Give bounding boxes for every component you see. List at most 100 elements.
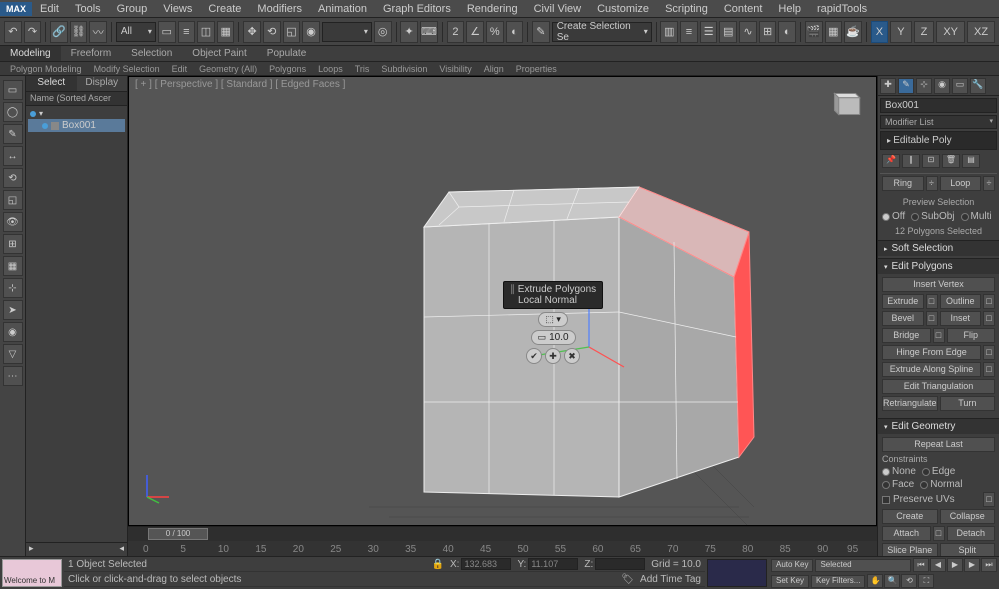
scale-button[interactable]: ◱ bbox=[283, 21, 301, 43]
visibility-dot-icon[interactable] bbox=[42, 123, 48, 129]
ribbon-panel-properties[interactable]: Properties bbox=[510, 63, 563, 75]
extrude-button[interactable]: Extrude bbox=[882, 294, 924, 309]
next-frame-button[interactable]: ▶ bbox=[964, 558, 980, 572]
cp-display-tab[interactable]: ▭ bbox=[952, 78, 968, 94]
key-mode-dropdown[interactable]: Selected bbox=[815, 559, 911, 572]
rotate-button[interactable]: ⟲ bbox=[263, 21, 281, 43]
lt-lasso[interactable]: ◯ bbox=[3, 102, 23, 122]
align-button[interactable]: ≡ bbox=[680, 21, 698, 43]
lt-place[interactable]: ◉ bbox=[3, 322, 23, 342]
move-button[interactable]: ✥ bbox=[243, 21, 261, 43]
menu-edit[interactable]: Edit bbox=[32, 1, 67, 17]
axis-y-button[interactable]: Y bbox=[890, 21, 911, 43]
bevel-settings-button[interactable]: □ bbox=[926, 311, 938, 326]
play-button[interactable]: ▶ bbox=[947, 558, 963, 572]
scene-collapse-icon[interactable]: ◂ bbox=[119, 543, 124, 556]
spinner-snap-button[interactable]: ◐ bbox=[506, 21, 524, 43]
lt-misc[interactable]: ⋯ bbox=[3, 366, 23, 386]
pin-stack-button[interactable]: 📌 bbox=[882, 154, 900, 168]
scene-node-root[interactable]: ▾ bbox=[28, 108, 125, 119]
modifier-stack[interactable]: Editable Poly bbox=[880, 131, 997, 150]
insert-vertex-button[interactable]: Insert Vertex bbox=[882, 277, 995, 292]
constraint-face-radio[interactable]: Face bbox=[882, 479, 914, 490]
caddy-type-button[interactable]: ⬚ ▾ bbox=[538, 312, 568, 327]
visibility-dot-icon[interactable] bbox=[30, 111, 36, 117]
stack-editable-poly[interactable]: Editable Poly bbox=[883, 134, 994, 147]
scene-header[interactable]: Name (Sorted Ascer bbox=[26, 92, 127, 106]
time-slider-knob[interactable]: 0 / 100 bbox=[148, 528, 208, 540]
constraint-none-radio[interactable]: None bbox=[882, 466, 916, 477]
animation-thumbnail[interactable] bbox=[707, 559, 767, 587]
attach-list-button[interactable]: □ bbox=[933, 526, 945, 541]
menu-graph-editors[interactable]: Graph Editors bbox=[375, 1, 459, 17]
attach-button[interactable]: Attach bbox=[882, 526, 931, 541]
add-time-tag-button[interactable]: Add Time Tag bbox=[640, 574, 701, 585]
lt-snap[interactable]: ⊞ bbox=[3, 234, 23, 254]
extrude-spline-button[interactable]: Extrude Along Spline bbox=[882, 362, 981, 377]
outline-settings-button[interactable]: □ bbox=[983, 294, 995, 309]
preview-subobj-radio[interactable]: SubObj bbox=[911, 211, 954, 222]
coord-z-input[interactable] bbox=[595, 558, 645, 570]
menu-scripting[interactable]: Scripting bbox=[657, 1, 716, 17]
use-center-button[interactable]: ◎ bbox=[374, 21, 392, 43]
axis-z-button[interactable]: Z bbox=[914, 21, 935, 43]
hinge-button[interactable]: Hinge From Edge bbox=[882, 345, 981, 360]
bind-spacewarp-button[interactable]: 〰 bbox=[89, 21, 107, 43]
scene-expand-icon[interactable]: ▸ bbox=[29, 543, 34, 556]
axis-xz-button[interactable]: XZ bbox=[967, 21, 995, 43]
configure-button[interactable]: ▤ bbox=[962, 154, 980, 168]
ribbon-populate[interactable]: Populate bbox=[257, 46, 316, 61]
ribbon-panel-modify-sel[interactable]: Modify Selection bbox=[88, 63, 166, 75]
extrude-spline-settings-button[interactable]: □ bbox=[983, 362, 995, 377]
edit-named-sel-button[interactable]: ✎ bbox=[532, 21, 550, 43]
lt-rotate[interactable]: ⟲ bbox=[3, 168, 23, 188]
lt-paint[interactable]: ✎ bbox=[3, 124, 23, 144]
lt-arrow[interactable]: ➤ bbox=[3, 300, 23, 320]
ribbon-panel-visibility[interactable]: Visibility bbox=[433, 63, 477, 75]
nav-max-button[interactable]: ⛶ bbox=[918, 574, 934, 588]
lt-move[interactable]: ↔ bbox=[3, 146, 23, 166]
caddy-ok-button[interactable]: ✔ bbox=[526, 348, 542, 364]
maxscript-listener[interactable]: Welcome to M bbox=[2, 559, 62, 587]
loop-spinner[interactable]: ÷ bbox=[983, 176, 995, 191]
placement-button[interactable]: ◉ bbox=[302, 21, 320, 43]
outline-button[interactable]: Outline bbox=[940, 294, 982, 309]
render-frame-button[interactable]: ▦ bbox=[825, 21, 843, 43]
lt-axis[interactable]: ⊹ bbox=[3, 278, 23, 298]
coord-x-input[interactable] bbox=[461, 558, 511, 570]
bevel-button[interactable]: Bevel bbox=[882, 311, 924, 326]
time-slider[interactable]: 0 / 100 bbox=[128, 527, 877, 541]
preserve-uvs-checkbox[interactable]: Preserve UVs□ bbox=[882, 492, 995, 507]
ref-coord-dropdown[interactable] bbox=[322, 22, 372, 42]
scene-node-box001[interactable]: Box001 bbox=[28, 119, 125, 132]
retriangulate-button[interactable]: Retriangulate bbox=[882, 396, 938, 411]
link-button[interactable]: 🔗 bbox=[50, 21, 68, 43]
goto-start-button[interactable]: ⏮ bbox=[913, 558, 929, 572]
menu-content[interactable]: Content bbox=[716, 1, 771, 17]
set-key-button[interactable]: Set Key bbox=[771, 575, 809, 588]
ribbon-panel-align[interactable]: Align bbox=[478, 63, 510, 75]
snap-2d-button[interactable]: 2 bbox=[447, 21, 465, 43]
preview-multi-radio[interactable]: Multi bbox=[961, 211, 992, 222]
menu-modifiers[interactable]: Modifiers bbox=[249, 1, 310, 17]
cp-motion-tab[interactable]: ◉ bbox=[934, 78, 950, 94]
viewport-label[interactable]: [ + ] [ Perspective ] [ Standard ] [ Edg… bbox=[135, 79, 345, 90]
window-crossing-button[interactable]: ▦ bbox=[217, 21, 235, 43]
undo-button[interactable]: ↶ bbox=[4, 21, 22, 43]
lt-view[interactable]: 👁 bbox=[3, 212, 23, 232]
schematic-view-button[interactable]: ⊞ bbox=[759, 21, 777, 43]
cp-create-tab[interactable]: ✚ bbox=[880, 78, 896, 94]
ribbon-freeform[interactable]: Freeform bbox=[61, 46, 122, 61]
time-ruler[interactable]: 0 5 10 15 20 25 30 35 40 45 50 55 60 65 … bbox=[128, 541, 877, 557]
loop-button[interactable]: Loop bbox=[940, 176, 982, 191]
lt-grid[interactable]: ▦ bbox=[3, 256, 23, 276]
constraint-normal-radio[interactable]: Normal bbox=[920, 479, 962, 490]
nav-pan-button[interactable]: ✋ bbox=[867, 574, 883, 588]
caddy-cancel-button[interactable]: ✖ bbox=[564, 348, 580, 364]
layer-explorer-button[interactable]: ▤ bbox=[719, 21, 737, 43]
split-button[interactable]: Split bbox=[940, 543, 996, 556]
ribbon-panel-geometry[interactable]: Geometry (All) bbox=[193, 63, 263, 75]
ribbon-panel-polygons[interactable]: Polygons bbox=[263, 63, 312, 75]
create-button[interactable]: Create bbox=[882, 509, 938, 524]
selection-filter-dropdown[interactable]: All bbox=[116, 22, 156, 42]
